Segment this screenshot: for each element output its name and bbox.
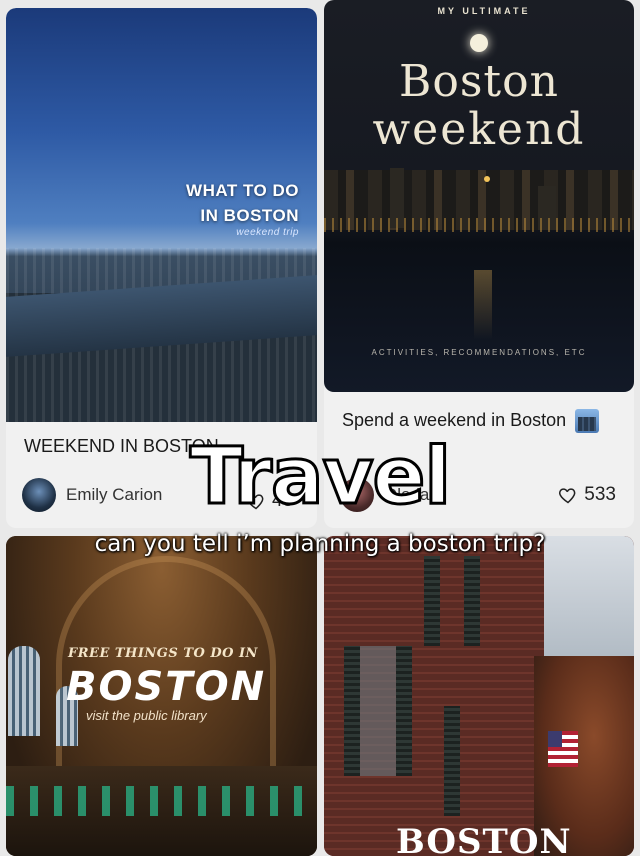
window-shape: [8, 646, 40, 736]
image-heading-line3: visit the public library: [86, 708, 207, 723]
image-heading-line1: FREE THINGS TO DO IN: [68, 646, 258, 661]
shutter-shape: [396, 646, 412, 776]
image-tag: weekend trip: [236, 227, 299, 238]
image-heading-line2: BOSTON: [66, 664, 267, 710]
window-shape: [360, 646, 396, 776]
shutter-shape: [444, 706, 460, 816]
image-arc-text: MY ULTIMATE: [437, 6, 531, 16]
caption-text[interactable]: Spend a weekend in Boston: [342, 410, 566, 430]
image-heading-line1: Boston: [399, 56, 559, 107]
image-heading: BOSTON: [396, 822, 572, 856]
pin-card-boston-street[interactable]: BOSTON: [324, 536, 634, 856]
image-heading-line2: weekend: [372, 104, 586, 155]
green-lamps: [6, 786, 317, 816]
shutter-shape: [464, 556, 480, 646]
american-flag: [548, 731, 578, 767]
pin-card-free-things-boston[interactable]: FREE THINGS TO DO IN BOSTON visit the pu…: [6, 536, 317, 856]
pin-grid: WHAT TO DO IN BOSTON weekend trip WEEKEN…: [0, 0, 640, 856]
pin-caption[interactable]: Spend a weekend in Boston: [342, 406, 602, 434]
pin-image[interactable]: MY ULTIMATE Boston weekend ACTIVITIES, R…: [324, 0, 634, 392]
overlay-title: Travel: [188, 431, 452, 524]
water-reflection: [474, 270, 492, 340]
city-lights: [324, 218, 634, 232]
moon-shape: [470, 34, 488, 52]
pin-image[interactable]: FREE THINGS TO DO IN BOSTON visit the pu…: [6, 536, 317, 856]
shutter-shape: [344, 646, 360, 776]
image-footer: ACTIVITIES, RECOMMENDATIONS, ETC: [371, 348, 587, 357]
overlay-subtitle: can you tell i’m planning a boston trip?: [94, 531, 546, 557]
cityscape-emoji-icon: [575, 409, 600, 434]
image-heading: WHAT TO DO IN BOSTON: [186, 181, 299, 225]
pin-image[interactable]: WHAT TO DO IN BOSTON weekend trip: [6, 8, 317, 422]
pin-image[interactable]: BOSTON: [324, 536, 634, 856]
shutter-shape: [424, 556, 440, 646]
light-dot: [484, 176, 490, 182]
